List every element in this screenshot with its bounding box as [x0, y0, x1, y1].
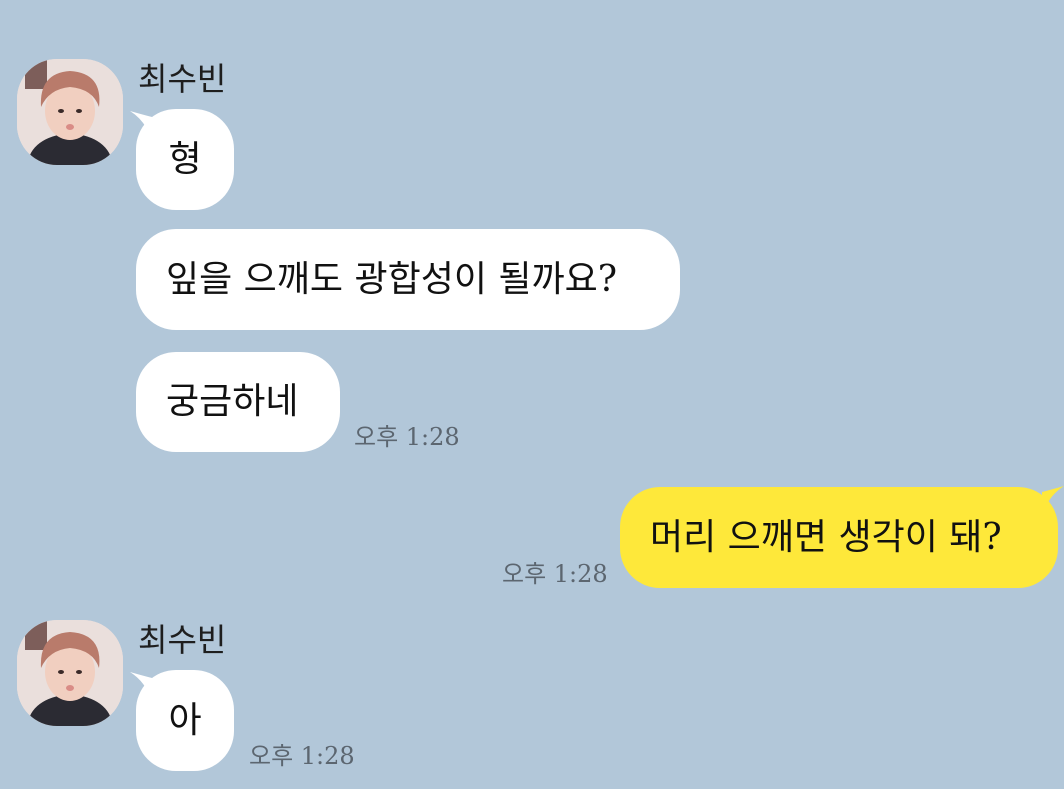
- bubble-tail-icon: [1042, 486, 1064, 516]
- message-bubble[interactable]: 머리 으깨면 생각이 돼?: [620, 487, 1058, 588]
- profile-photo-icon[interactable]: [17, 59, 123, 165]
- message-bubble[interactable]: 아: [136, 670, 234, 771]
- message-bubble[interactable]: 궁금하네: [136, 352, 340, 452]
- message-bubble[interactable]: 형: [136, 109, 234, 210]
- message-timestamp: 오후 1:28: [354, 423, 460, 451]
- chat-room: 최수빈 형 잎을 으깨도 광합성이 될까요? 궁금하네 오후 1:28 오후 1…: [0, 0, 1064, 789]
- message-bubble[interactable]: 잎을 으깨도 광합성이 될까요?: [136, 229, 680, 330]
- sender-name: 최수빈: [138, 60, 227, 98]
- message-timestamp: 오후 1:28: [249, 742, 355, 770]
- profile-photo-icon[interactable]: [17, 620, 123, 726]
- message-timestamp: 오후 1:28: [502, 560, 608, 588]
- sender-name: 최수빈: [138, 621, 227, 659]
